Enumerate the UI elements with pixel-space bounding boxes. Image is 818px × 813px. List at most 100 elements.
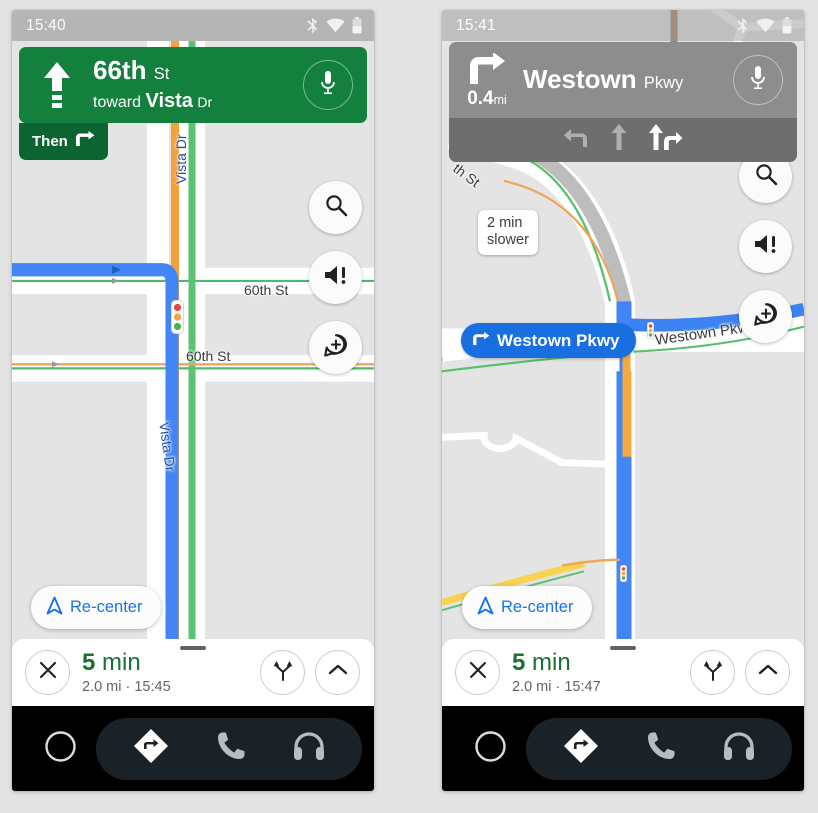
recenter-button[interactable]: Re-center	[31, 586, 162, 629]
expand-sheet-button[interactable]	[745, 650, 790, 695]
alternate-routes-button[interactable]	[260, 650, 305, 695]
navigation-card: 0.4mi Westown Pkwy	[449, 42, 797, 162]
wifi-icon	[756, 18, 775, 33]
instruction-primary: Westown Pkwy	[523, 65, 733, 94]
lane-left-icon	[563, 125, 589, 154]
straight-ahead-arrow-icon	[40, 61, 74, 109]
instruction-secondary-name: Vista	[145, 90, 193, 113]
status-bar: 15:40	[12, 10, 374, 41]
phone-icon	[214, 729, 248, 768]
instruction-secondary: toward Vista Dr	[93, 88, 303, 114]
lane-straight-icon	[611, 123, 627, 155]
status-bar-icons	[736, 17, 792, 34]
chevron-up-icon	[757, 662, 779, 683]
distance-value: 0.4	[467, 87, 494, 109]
system-navigation-bar	[442, 706, 804, 791]
report-incident-button[interactable]	[309, 321, 362, 374]
alternate-routes-icon	[701, 658, 725, 687]
turn-right-arrow-icon	[467, 52, 507, 85]
map-action-buttons	[739, 150, 792, 343]
then-label: Then	[32, 132, 68, 150]
app-dock	[96, 717, 362, 780]
navigation-app-button[interactable]	[562, 727, 600, 770]
home-circle-icon	[44, 730, 77, 768]
navigation-arrow-icon	[477, 596, 494, 620]
instruction-primary-suffix: St	[153, 65, 170, 83]
search-icon	[754, 162, 778, 191]
instruction-text: 66th St toward Vista Dr	[87, 55, 303, 114]
app-dock	[526, 717, 792, 780]
status-bar-icons	[306, 17, 362, 34]
volume-alerts-icon	[753, 232, 779, 261]
sound-alerts-button[interactable]	[739, 220, 792, 273]
search-icon	[324, 193, 348, 222]
street-label: 60th St	[244, 282, 289, 298]
expand-sheet-button[interactable]	[315, 650, 360, 695]
lane-straight-right-icon	[649, 123, 683, 155]
eta-duration: 5 min	[82, 650, 250, 676]
close-icon	[468, 660, 488, 685]
bluetooth-icon	[306, 17, 319, 34]
battery-icon	[352, 17, 362, 34]
instruction-secondary-prefix: toward	[93, 94, 142, 112]
eta-duration-value: 5	[82, 649, 96, 677]
eta-details: 2.0 mi · 15:45	[82, 678, 171, 695]
end-navigation-button[interactable]	[455, 650, 500, 695]
eta-bottom-sheet[interactable]: 5 min 2.0 mi · 15:45	[12, 639, 374, 706]
sheet-drag-handle[interactable]	[180, 646, 206, 650]
bluetooth-icon	[736, 17, 749, 34]
navigation-instruction-card[interactable]: 66th St toward Vista Dr	[19, 47, 367, 124]
close-icon	[38, 660, 58, 685]
recenter-button[interactable]: Re-center	[462, 586, 593, 629]
maneuver-icon-block: 0.4mi	[457, 52, 517, 108]
microphone-icon	[749, 65, 767, 96]
eta-bottom-sheet[interactable]: 5 min 2.0 mi · 15:47	[442, 639, 804, 706]
eta-details: 2.0 mi · 15:47	[512, 678, 601, 695]
volume-alerts-icon	[323, 263, 349, 292]
map-canvas-left[interactable]: Vista Dr 60th St 60th St Vista Dr 66th S…	[12, 41, 374, 651]
media-app-button[interactable]	[292, 730, 326, 767]
navigation-app-button[interactable]	[132, 727, 170, 770]
sheet-drag-handle[interactable]	[610, 646, 636, 650]
route-chip-label: Westown Pkwy	[497, 330, 620, 350]
home-button[interactable]	[454, 730, 526, 768]
street-label: 60th St	[186, 348, 231, 364]
chevron-up-icon	[327, 662, 349, 683]
navigation-card: 66th St toward Vista Dr Then	[19, 47, 367, 161]
battery-icon	[782, 17, 792, 34]
phone-app-button[interactable]	[644, 729, 678, 768]
eta-duration-value: 5	[512, 649, 526, 677]
route-slower-callout[interactable]: 2 min slower	[478, 210, 538, 256]
phone-app-button[interactable]	[214, 729, 248, 768]
maneuver-distance: 0.4mi	[467, 89, 507, 108]
instruction-primary: 66th St	[93, 55, 303, 85]
alternate-routes-icon	[271, 658, 295, 687]
turn-right-arrow-icon	[472, 331, 490, 351]
report-incident-icon	[323, 333, 349, 363]
alternate-routes-button[interactable]	[690, 650, 735, 695]
lane-guidance-strip	[449, 118, 797, 162]
traffic-signal-icon	[647, 322, 654, 339]
turn-right-arrow-icon	[75, 131, 95, 151]
eta-duration: 5 min	[512, 650, 680, 676]
instruction-primary-name: Westown	[523, 64, 637, 95]
navigation-instruction-card[interactable]: 0.4mi Westown Pkwy	[449, 42, 797, 118]
media-app-button[interactable]	[722, 730, 756, 767]
map-canvas-right[interactable]: 15:41 th St Westown Pkwy 2 min slower We…	[442, 10, 804, 651]
home-button[interactable]	[24, 730, 96, 768]
route-name-chip[interactable]: Westown Pkwy	[461, 323, 636, 358]
traffic-signal-icon	[171, 300, 184, 334]
maneuver-icon-block	[27, 61, 87, 109]
phone-icon	[644, 729, 678, 768]
voice-command-button[interactable]	[733, 55, 783, 105]
report-incident-button[interactable]	[739, 290, 792, 343]
end-navigation-button[interactable]	[25, 650, 70, 695]
instruction-secondary-suffix: Dr	[197, 94, 213, 111]
phone-screenshot-left: 15:40 Vista Dr 60th St 60th St Vista Dr …	[12, 10, 374, 791]
headphones-icon	[292, 730, 326, 767]
traffic-signal-icon	[620, 565, 627, 582]
voice-command-button[interactable]	[303, 60, 353, 111]
headphones-icon	[722, 730, 756, 767]
search-button[interactable]	[309, 181, 362, 234]
sound-alerts-button[interactable]	[309, 251, 362, 304]
